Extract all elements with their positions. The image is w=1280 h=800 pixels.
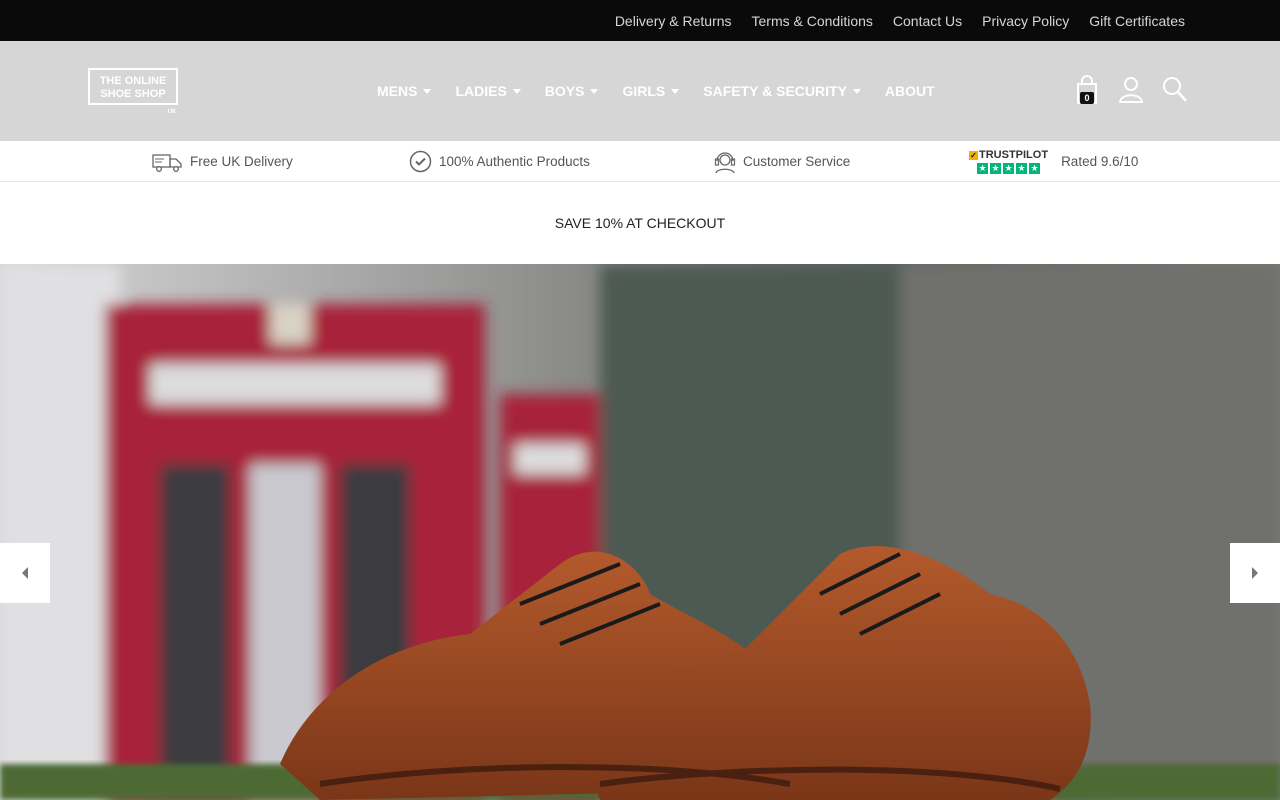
star-icon: ★ (990, 163, 1002, 174)
nav-boys-label: BOYS (544, 83, 585, 99)
promo-banner[interactable]: SAVE 10% AT CHECKOUT (0, 182, 1280, 264)
nav-about-label: ABOUT (884, 83, 935, 99)
nav-mens-label: MENS (377, 83, 418, 99)
delivery-truck-icon (152, 153, 182, 172)
cart-count-badge: 0 (1080, 92, 1094, 104)
top-link-gift-certificates[interactable]: Gift Certificates (1089, 13, 1185, 29)
usp-customer-service-label: Customer Service (743, 154, 851, 169)
slider-prev-button[interactable] (0, 543, 50, 603)
caret-down-icon (852, 88, 861, 94)
check-badge-icon (409, 150, 432, 173)
usp-authentic: 100% Authentic Products (409, 141, 590, 182)
usp-strip: Free UK Delivery 100% Authentic Products… (0, 141, 1280, 182)
usp-customer-service: Customer Service (714, 141, 850, 182)
star-icon: ★ (1003, 163, 1015, 174)
main-nav: MENS LADIES BOYS GIRLS SAFETY & SECURITY… (377, 41, 935, 141)
user-icon[interactable] (1118, 75, 1144, 103)
top-link-delivery-returns[interactable]: Delivery & Returns (615, 13, 732, 29)
top-links: Delivery & Returns Terms & Conditions Co… (615, 0, 1185, 41)
logo-line-1: THE ONLINE (100, 75, 167, 87)
nav-safety-security[interactable]: SAFETY & SECURITY (703, 83, 861, 99)
arrow-left-icon (22, 567, 28, 579)
site-logo[interactable]: THE ONLINE SHOE SHOP UK (88, 68, 180, 116)
caret-down-icon (671, 88, 680, 94)
caret-down-icon (590, 88, 599, 94)
usp-delivery-label: Free UK Delivery (190, 154, 293, 169)
nav-about[interactable]: ABOUT (885, 83, 935, 99)
trustpilot-brand: TRUSTPILOT (979, 149, 1049, 161)
usp-trustpilot[interactable]: ✓ TRUSTPILOT ★ ★ ★ ★ ★ Rated 9.6/10 (969, 141, 1138, 182)
trustpilot-rating: Rated 9.6/10 (1061, 154, 1139, 169)
star-icon: ★ (977, 163, 989, 174)
slider-next-button[interactable] (1230, 543, 1280, 603)
nav-mens[interactable]: MENS (377, 83, 432, 99)
promo-text: SAVE 10% AT CHECKOUT (554, 215, 726, 231)
nav-ladies[interactable]: LADIES (455, 83, 521, 99)
nav-safety-label: SAFETY & SECURITY (703, 83, 847, 99)
top-bar: Delivery & Returns Terms & Conditions Co… (0, 0, 1280, 41)
star-icon: ★ (1029, 163, 1041, 174)
header-icons: 0 (1074, 75, 1188, 104)
star-icon: ★ (1016, 163, 1028, 174)
search-icon[interactable] (1162, 75, 1188, 103)
caret-down-icon (512, 88, 521, 94)
logo-line-2: SHOE SHOP (100, 88, 165, 100)
usp-delivery: Free UK Delivery (152, 141, 293, 182)
hero-image (0, 264, 1280, 800)
trustpilot-check-icon: ✓ (969, 150, 978, 160)
usp-authentic-label: 100% Authentic Products (439, 154, 590, 169)
trustpilot-logo: ✓ TRUSTPILOT ★ ★ ★ ★ ★ (969, 149, 1048, 174)
top-link-contact[interactable]: Contact Us (893, 13, 962, 29)
nav-boys[interactable]: BOYS (545, 83, 599, 99)
top-link-privacy[interactable]: Privacy Policy (982, 13, 1069, 29)
main-header: THE ONLINE SHOE SHOP UK MENS LADIES BOYS… (0, 41, 1280, 141)
headset-icon (714, 151, 736, 173)
nav-girls[interactable]: GIRLS (622, 83, 680, 99)
logo-suffix: UK (168, 109, 177, 115)
arrow-right-icon (1252, 567, 1258, 579)
hero-slider (0, 264, 1280, 800)
top-link-terms[interactable]: Terms & Conditions (752, 13, 873, 29)
nav-girls-label: GIRLS (622, 83, 666, 99)
caret-down-icon (423, 88, 432, 94)
bag-icon[interactable]: 0 (1074, 75, 1100, 104)
trustpilot-stars: ★ ★ ★ ★ ★ (977, 163, 1041, 174)
nav-ladies-label: LADIES (455, 83, 507, 99)
